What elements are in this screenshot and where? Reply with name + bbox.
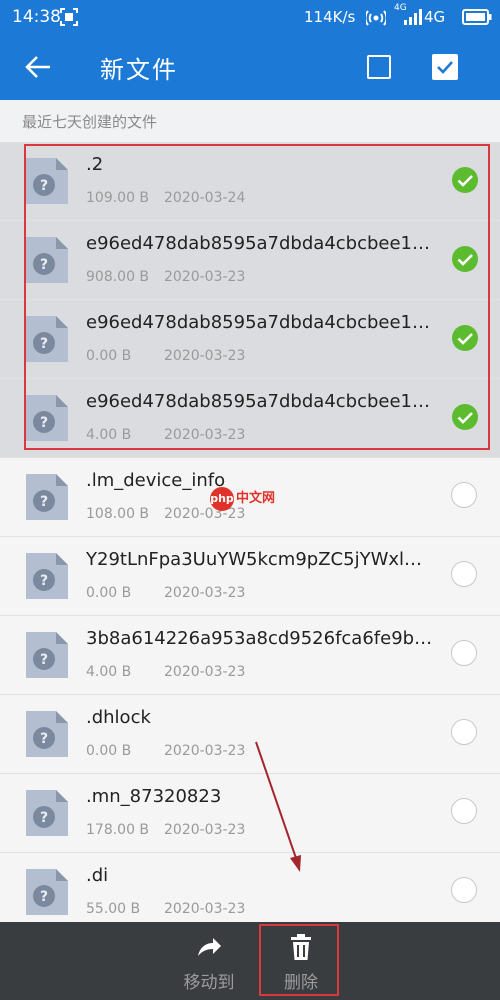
- unknown-file-icon: ?: [26, 711, 68, 757]
- unknown-file-icon: ?: [26, 474, 68, 520]
- svg-text:?: ?: [40, 257, 48, 273]
- file-date: 2020-03-23: [164, 664, 246, 680]
- clock: 14:38: [12, 7, 61, 27]
- unknown-file-icon: ?: [26, 158, 68, 204]
- file-name: e96ed478dab8595a7dbda4cbcbee1…: [86, 391, 431, 412]
- unchecked-circle[interactable]: [451, 561, 477, 587]
- unknown-file-icon: ?: [26, 237, 68, 283]
- unknown-file-icon: ?: [26, 790, 68, 836]
- unknown-file-icon: ?: [26, 553, 68, 599]
- unknown-file-icon: ?: [26, 869, 68, 915]
- watermark: php 中文网: [210, 487, 275, 511]
- file-row[interactable]: ? .mn_87320823 178.00 B 2020-03-23: [0, 774, 500, 853]
- file-size: 108.00 B: [86, 506, 150, 522]
- delete-label: 删除: [284, 973, 318, 993]
- file-row[interactable]: ? .di 55.00 B 2020-03-23: [0, 853, 500, 932]
- file-date: 2020-03-23: [164, 743, 246, 759]
- file-size: 0.00 B: [86, 743, 132, 759]
- file-size: 4.00 B: [86, 427, 132, 443]
- watermark-text: 中文网: [236, 491, 276, 506]
- unchecked-circle[interactable]: [451, 877, 477, 903]
- svg-text:?: ?: [40, 415, 48, 431]
- checked-circle-icon[interactable]: [451, 324, 479, 352]
- checkmark-icon: [437, 61, 453, 74]
- scan-icon: [60, 8, 78, 26]
- move-to-button[interactable]: 移动到: [164, 922, 254, 1000]
- section-header: 最近七天创建的文件: [22, 113, 158, 131]
- file-size: 0.00 B: [86, 585, 132, 601]
- back-arrow-icon[interactable]: [24, 54, 52, 80]
- file-date: 2020-03-23: [164, 901, 246, 917]
- checked-circle-icon[interactable]: [451, 245, 479, 273]
- file-size: 55.00 B: [86, 901, 141, 917]
- network-speed: 114K/s: [304, 8, 356, 26]
- file-row[interactable]: ? e96ed478dab8595a7dbda4cbcbee1… 908.00 B 2…: [0, 221, 500, 300]
- network-type: 4G: [424, 8, 446, 26]
- file-name: .di: [86, 865, 109, 886]
- file-size: 178.00 B: [86, 822, 150, 838]
- file-name: e96ed478dab8595a7dbda4cbcbee1…: [86, 233, 431, 254]
- file-name: 3b8a614226a953a8cd9526fca6fe9b…: [86, 628, 433, 649]
- file-row[interactable]: ? 3b8a614226a953a8cd9526fca6fe9b… 4.00 B 20…: [0, 616, 500, 695]
- file-size: 109.00 B: [86, 190, 150, 206]
- select-all-checkbox[interactable]: [432, 54, 458, 80]
- deselect-all-checkbox[interactable]: [367, 55, 391, 79]
- file-name: .2: [86, 154, 104, 175]
- file-row[interactable]: ? Y29tLnFpa3UuYW5kcm9pZC5jYWxl… 0.00 B 2020…: [0, 537, 500, 616]
- svg-text:?: ?: [40, 178, 48, 194]
- delete-button[interactable]: 删除: [256, 922, 346, 1000]
- watermark-badge: php: [210, 487, 234, 511]
- move-to-label: 移动到: [183, 973, 235, 993]
- file-date: 2020-03-23: [164, 585, 246, 601]
- share-arrow-icon: [198, 938, 221, 956]
- file-name: Y29tLnFpa3UuYW5kcm9pZC5jYWxl…: [86, 549, 423, 570]
- svg-text:?: ?: [40, 573, 48, 589]
- svg-text:?: ?: [40, 731, 48, 747]
- unknown-file-icon: ?: [26, 395, 68, 441]
- file-date: 2020-03-23: [164, 269, 246, 285]
- checked-circle-icon[interactable]: [451, 166, 479, 194]
- file-name: .lm_device_info: [86, 470, 226, 491]
- file-size: 908.00 B: [86, 269, 150, 285]
- file-size: 0.00 B: [86, 348, 132, 364]
- unchecked-circle[interactable]: [451, 482, 477, 508]
- file-date: 2020-03-24: [164, 190, 246, 206]
- svg-text:?: ?: [40, 652, 48, 668]
- svg-text:?: ?: [40, 889, 48, 905]
- unchecked-circle[interactable]: [451, 798, 477, 824]
- checked-circle-icon[interactable]: [451, 403, 479, 431]
- page-title: 新文件: [100, 56, 178, 84]
- file-name: .dhlock: [86, 707, 151, 728]
- file-name: .mn_87320823: [86, 786, 222, 807]
- unchecked-circle[interactable]: [451, 640, 477, 666]
- signal-bars-icon: [404, 9, 422, 25]
- unknown-file-icon: ?: [26, 632, 68, 678]
- wifi-icon: [366, 10, 386, 26]
- bottom-action-bar: 移动到 删除: [0, 922, 500, 1000]
- app-bar: 新文件: [0, 34, 500, 100]
- file-date: 2020-03-23: [164, 822, 246, 838]
- file-row[interactable]: ? .dhlock 0.00 B 2020-03-23: [0, 695, 500, 774]
- unknown-file-icon: ?: [26, 316, 68, 362]
- file-row[interactable]: ? .2 109.00 B 2020-03-24: [0, 142, 500, 221]
- status-bar: 14:38 114K/s 4G 4G: [0, 0, 500, 34]
- file-date: 2020-03-23: [164, 427, 246, 443]
- file-date: 2020-03-23: [164, 348, 246, 364]
- file-size: 4.00 B: [86, 664, 132, 680]
- file-row[interactable]: ? e96ed478dab8595a7dbda4cbcbee1… 4.00 B 202…: [0, 379, 500, 458]
- battery-icon: [462, 9, 492, 25]
- file-row[interactable]: ? e96ed478dab8595a7dbda4cbcbee1… 0.00 B 202…: [0, 300, 500, 379]
- svg-text:?: ?: [40, 336, 48, 352]
- svg-text:?: ?: [40, 494, 48, 510]
- svg-text:?: ?: [40, 810, 48, 826]
- trash-icon: [291, 934, 311, 960]
- unchecked-circle[interactable]: [451, 719, 477, 745]
- file-name: e96ed478dab8595a7dbda4cbcbee1…: [86, 312, 431, 333]
